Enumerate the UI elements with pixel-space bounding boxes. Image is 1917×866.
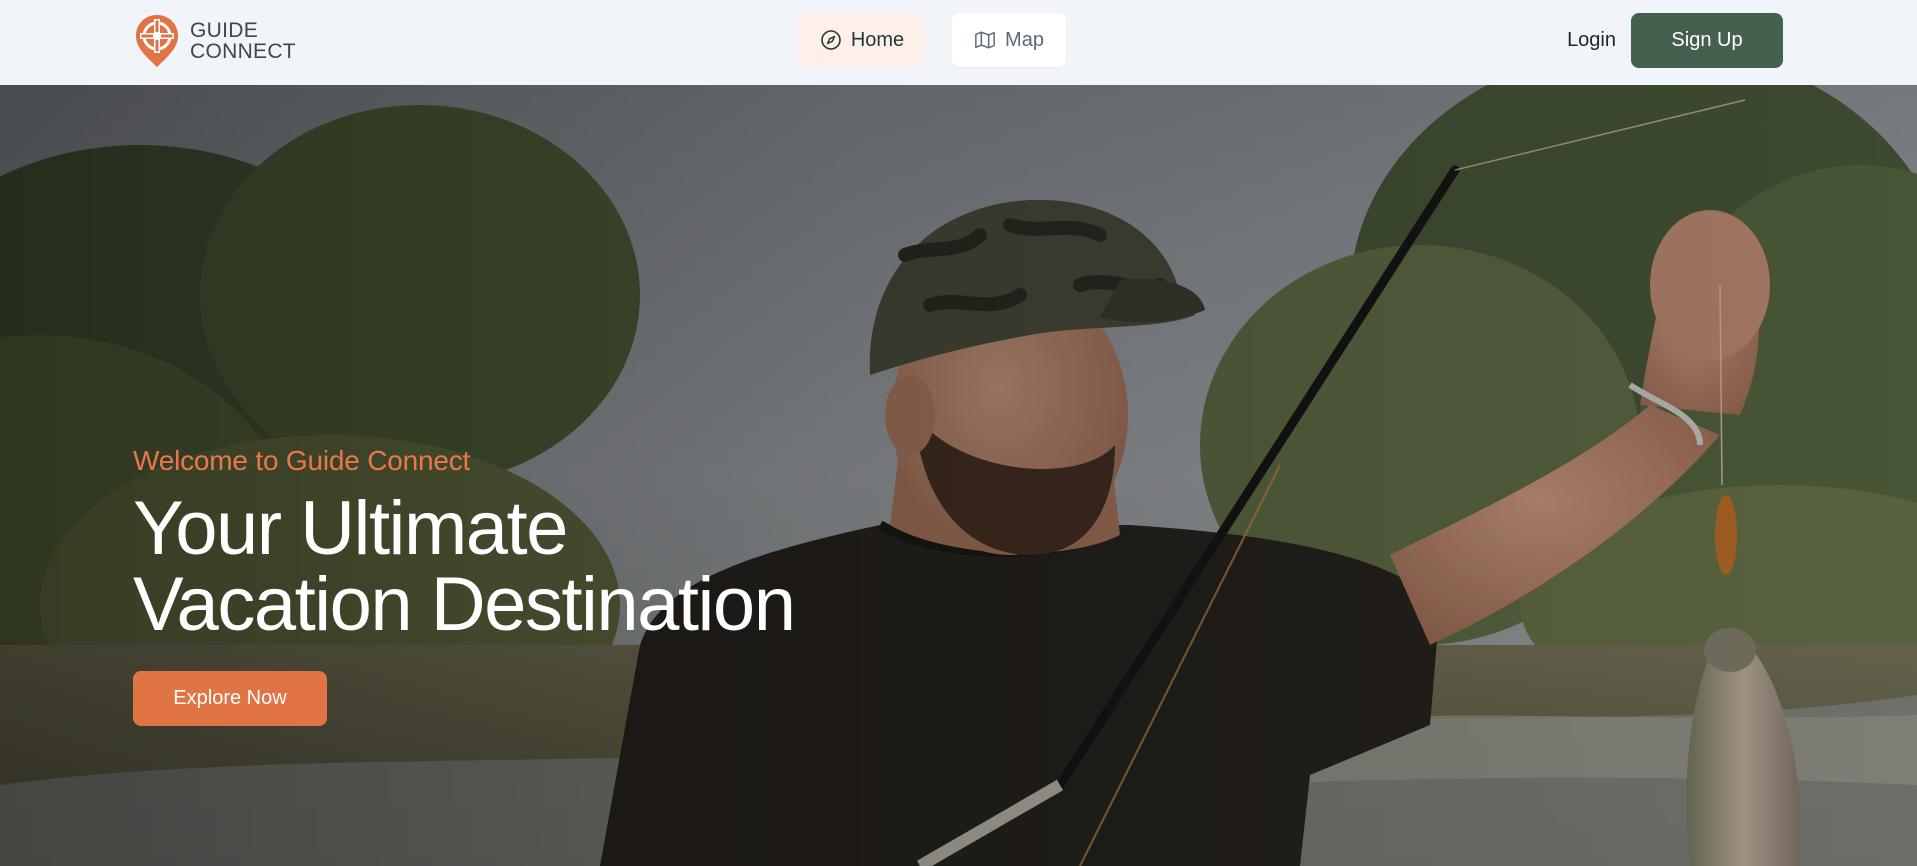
- brand-wordmark: GUIDE CONNECT: [190, 20, 296, 62]
- brand-name-line1: GUIDE: [190, 19, 259, 42]
- compass-icon: [821, 30, 841, 50]
- tab-home-label: Home: [850, 28, 905, 51]
- hero-section: Welcome to Guide Connect Your Ultimate V…: [0, 85, 1917, 866]
- main-nav: Home Map: [798, 13, 1066, 67]
- signup-button[interactable]: Sign Up: [1631, 13, 1783, 68]
- explore-now-button[interactable]: Explore Now: [133, 671, 327, 726]
- tab-home[interactable]: Home: [798, 13, 926, 67]
- map-icon: [975, 31, 995, 49]
- hero-title: Your Ultimate Vacation Destination: [133, 486, 796, 647]
- tab-map[interactable]: Map: [952, 13, 1066, 67]
- tab-map-label: Map: [1005, 28, 1044, 51]
- login-link[interactable]: Login: [1567, 29, 1616, 52]
- map-pin-crosshair-icon: [136, 15, 178, 67]
- hero-content: Welcome to Guide Connect Your Ultimate V…: [133, 445, 853, 726]
- site-header: GUIDE CONNECT Home Map Login Sign Up: [0, 0, 1917, 85]
- brand-name-line2: CONNECT: [190, 40, 296, 63]
- brand-logo[interactable]: GUIDE CONNECT: [134, 13, 296, 69]
- hero-eyebrow: Welcome to Guide Connect: [133, 445, 471, 476]
- auth-actions: Login Sign Up: [1567, 13, 1783, 68]
